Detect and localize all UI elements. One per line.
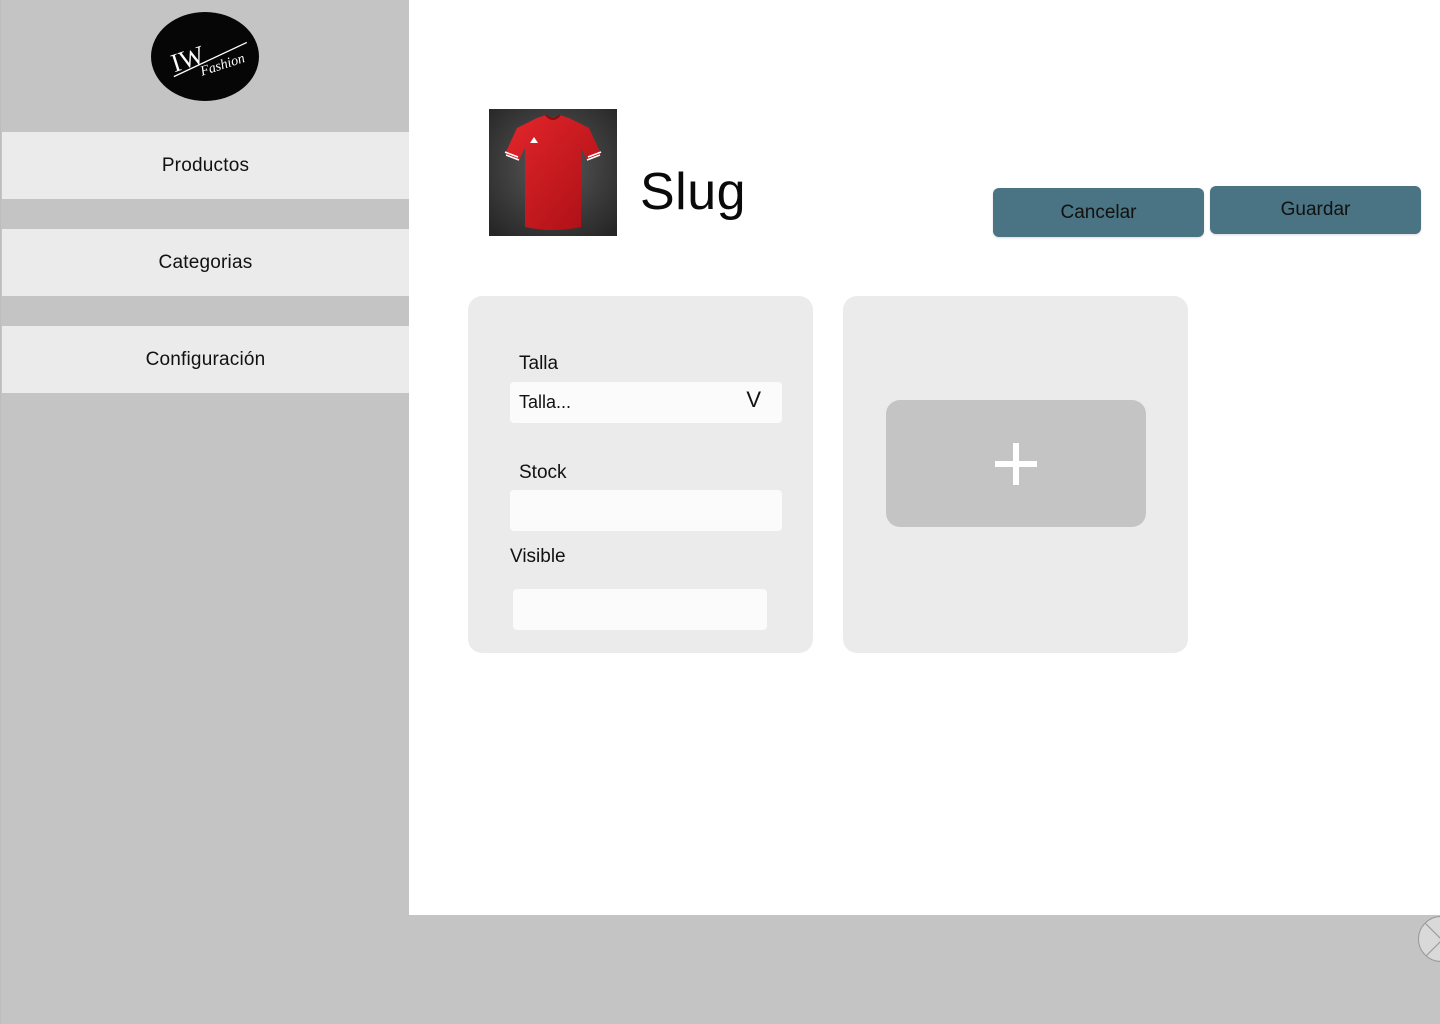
main-content: Slug Cancelar Guardar Talla Talla... V S… xyxy=(409,0,1440,915)
logo-secondary-text: Fashion xyxy=(198,51,247,80)
sidebar-item-label: Configuración xyxy=(145,348,266,370)
close-icon[interactable] xyxy=(1418,916,1440,962)
visible-label: Visible xyxy=(510,546,566,567)
page-title: Slug xyxy=(640,163,747,221)
sidebar-item-label: Categorias xyxy=(158,251,253,273)
brand-logo[interactable]: IW Fashion xyxy=(151,12,259,101)
sidebar-item-categorias[interactable]: Categorias xyxy=(2,229,409,296)
close-icon-glyph xyxy=(1424,922,1440,958)
stock-label: Stock xyxy=(519,462,567,483)
sidebar-item-configuracion[interactable]: Configuración xyxy=(2,326,409,393)
sidebar-item-label: Productos xyxy=(161,154,250,176)
talla-label: Talla xyxy=(519,353,559,374)
sidebar: IW Fashion Productos Categorias Configur… xyxy=(0,0,409,1024)
add-image-button[interactable] xyxy=(886,400,1146,527)
shirt-image xyxy=(489,109,617,236)
sidebar-item-productos[interactable]: Productos xyxy=(2,132,409,199)
stock-input[interactable] xyxy=(510,490,782,531)
save-button[interactable]: Guardar xyxy=(1210,186,1421,234)
variant-form-card: Talla Talla... V Stock Visible xyxy=(468,296,813,653)
brand-logo-mark: IW Fashion xyxy=(167,40,248,80)
visible-input[interactable] xyxy=(513,589,767,630)
cancel-button[interactable]: Cancelar xyxy=(993,188,1204,237)
product-image xyxy=(489,109,617,236)
talla-select[interactable]: Talla... V xyxy=(510,382,782,423)
chevron-down-icon: V xyxy=(746,387,761,412)
image-upload-card xyxy=(843,296,1188,653)
plus-icon xyxy=(995,442,1037,485)
talla-select-value: Talla... xyxy=(519,392,572,412)
